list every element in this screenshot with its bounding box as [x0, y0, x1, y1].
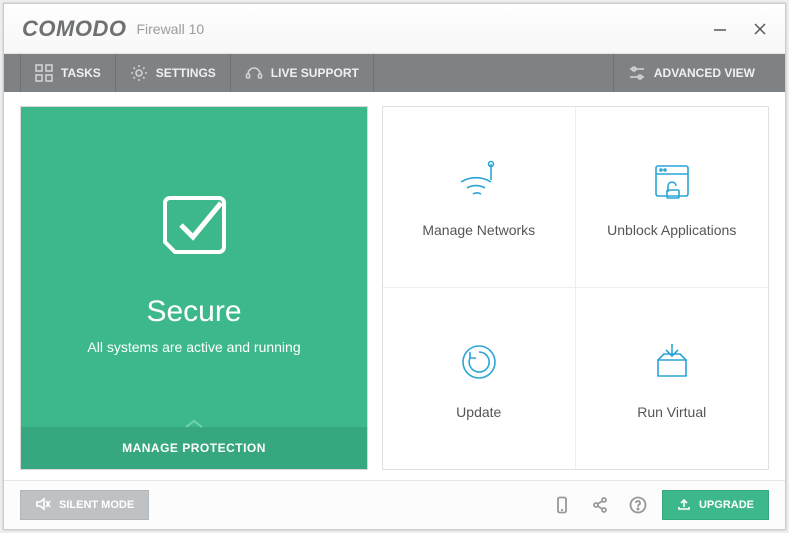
silent-mode-label: SILENT MODE	[59, 499, 134, 511]
toolbar: TASKS SETTINGS LIVE SUPPORT ADVANCED VIE…	[4, 54, 785, 92]
minimize-button[interactable]	[713, 22, 727, 36]
live-support-label: LIVE SUPPORT	[271, 66, 359, 80]
sliders-icon	[628, 64, 646, 82]
tile-label: Unblock Applications	[607, 222, 736, 238]
upgrade-button[interactable]: UPGRADE	[662, 490, 769, 520]
tile-manage-networks[interactable]: Manage Networks	[383, 107, 576, 288]
share-button[interactable]	[586, 491, 614, 519]
mute-icon	[35, 496, 51, 515]
unlock-icon	[648, 156, 696, 204]
status-subtitle: All systems are active and running	[87, 339, 300, 355]
product-name: Firewall 10	[136, 21, 204, 37]
advanced-view-label: ADVANCED VIEW	[654, 66, 755, 80]
tile-run-virtual[interactable]: Run Virtual	[576, 288, 769, 469]
upgrade-label: UPGRADE	[699, 499, 754, 511]
tile-label: Run Virtual	[637, 404, 706, 420]
sandbox-icon	[648, 338, 696, 386]
chevron-up-icon	[182, 417, 206, 432]
logo: COMODO	[22, 16, 126, 42]
tasks-label: TASKS	[61, 66, 101, 80]
settings-button[interactable]: SETTINGS	[116, 54, 231, 92]
tasks-icon	[35, 64, 53, 82]
gear-icon	[130, 64, 148, 82]
status-card: Secure All systems are active and runnin…	[20, 106, 368, 470]
live-support-button[interactable]: LIVE SUPPORT	[231, 54, 374, 92]
mobile-button[interactable]	[548, 491, 576, 519]
tiles-grid: Manage Networks Unblock Applications Upd…	[382, 106, 769, 470]
help-button[interactable]	[624, 491, 652, 519]
content-area: Secure All systems are active and runnin…	[4, 92, 785, 481]
headset-icon	[245, 64, 263, 82]
manage-protection-button[interactable]: MANAGE PROTECTION	[21, 427, 367, 469]
window-controls	[713, 22, 767, 36]
status-title: Secure	[146, 295, 241, 329]
bottombar: SILENT MODE UPGRADE	[4, 481, 785, 529]
titlebar: COMODO Firewall 10	[4, 4, 785, 54]
settings-label: SETTINGS	[156, 66, 216, 80]
upload-icon	[677, 497, 691, 514]
tasks-button[interactable]: TASKS	[20, 54, 116, 92]
update-icon	[455, 338, 503, 386]
wifi-icon	[455, 156, 503, 204]
app-window: COMODO Firewall 10 TASKS SETTINGS	[3, 3, 786, 530]
tile-update[interactable]: Update	[383, 288, 576, 469]
tile-label: Manage Networks	[422, 222, 535, 238]
close-button[interactable]	[753, 22, 767, 36]
secure-check-icon	[149, 180, 239, 275]
advanced-view-button[interactable]: ADVANCED VIEW	[613, 54, 769, 92]
tile-label: Update	[456, 404, 501, 420]
tile-unblock-applications[interactable]: Unblock Applications	[576, 107, 769, 288]
manage-protection-label: MANAGE PROTECTION	[122, 441, 266, 455]
status-main: Secure All systems are active and runnin…	[21, 107, 367, 427]
silent-mode-button[interactable]: SILENT MODE	[20, 490, 149, 520]
